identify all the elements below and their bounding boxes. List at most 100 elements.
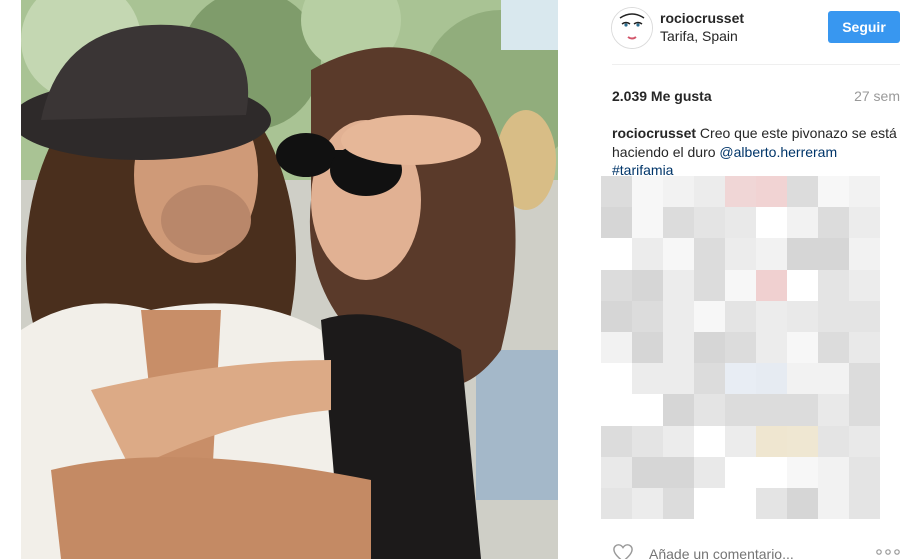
blur-cell [632,425,663,457]
blur-cell [787,300,818,332]
blur-cell [849,300,880,332]
blur-cell [849,425,880,457]
blur-cell [694,238,725,270]
blur-cell [818,394,849,426]
blur-cell [818,425,849,457]
blur-cell [756,238,787,270]
blur-cell [756,487,787,520]
blur-cell [787,363,818,395]
blur-cell [725,456,756,488]
blur-cell [694,394,725,426]
blur-cell [694,269,725,301]
blur-cell [632,269,663,301]
blur-cell [663,176,694,208]
blur-cell [632,363,663,395]
blur-cell [725,331,756,364]
blur-cell [601,176,632,208]
blur-cell [725,363,756,395]
blur-cell [632,331,663,364]
blur-cell [756,425,787,457]
blur-cell [694,425,725,457]
blur-cell [849,394,880,426]
blur-cell [601,363,632,395]
blur-cell [818,207,849,239]
blur-cell [663,238,694,270]
blur-cell [787,176,818,208]
blur-cell [632,394,663,426]
blur-cell [849,487,880,520]
blur-cell [787,238,818,270]
caption-username[interactable]: rociocrusset [612,125,696,141]
blur-cell [632,300,663,332]
caption-mention[interactable]: @alberto.herreram [719,144,837,160]
blur-cell [694,207,725,239]
blur-cell [849,269,880,301]
header-divider [612,64,900,65]
instagram-post-page: rociocrusset Tarifa, Spain Seguir 2.039 … [0,0,917,559]
blur-cell [787,331,818,364]
blur-cell [849,331,880,364]
blur-cell [725,269,756,301]
blur-cell [663,456,694,488]
blur-cell [694,176,725,208]
blur-cell [818,176,849,208]
post-location[interactable]: Tarifa, Spain [660,28,738,44]
blur-cell [787,269,818,301]
blur-cell [663,207,694,239]
blur-cell [694,300,725,332]
blur-cell [632,238,663,270]
post-time-ago[interactable]: 27 sem [854,88,900,104]
avatar[interactable] [611,7,653,49]
blur-cell [601,425,632,457]
follow-button[interactable]: Seguir [828,11,900,43]
blur-cell [601,207,632,239]
blur-cell [694,487,725,520]
blur-cell [818,238,849,270]
blur-cell [849,363,880,395]
comment-input[interactable] [647,545,851,559]
blur-cell [632,176,663,208]
blur-cell [663,269,694,301]
blur-cell [601,300,632,332]
blur-cell [849,176,880,208]
post-header: rociocrusset Tarifa, Spain Seguir [599,0,917,60]
blur-cell [818,300,849,332]
blur-cell [725,300,756,332]
blur-cell [663,331,694,364]
likes-count[interactable]: 2.039 Me gusta [612,88,712,104]
blur-cell [663,425,694,457]
blur-cell [663,300,694,332]
post-caption: rociocrusset Creo que este pivonazo se e… [612,124,902,180]
blur-cell [725,425,756,457]
blur-cell [601,238,632,270]
blur-cell [601,487,632,520]
blur-cell [818,487,849,520]
blur-cell [849,207,880,239]
blur-cell [756,176,787,208]
blur-cell [663,394,694,426]
blur-cell [787,425,818,457]
blur-cell [787,207,818,239]
post-username[interactable]: rociocrusset [660,10,744,26]
blur-cell [756,207,787,239]
blur-cell [818,456,849,488]
heart-icon[interactable] [612,543,634,559]
blur-cell [694,331,725,364]
more-options-icon[interactable] [875,547,901,557]
blur-cell [849,238,880,270]
post-photo[interactable] [21,0,558,559]
blur-cell [818,269,849,301]
blur-cell [632,487,663,520]
blur-cell [694,456,725,488]
blur-cell [601,456,632,488]
blur-cell [663,487,694,520]
blur-cell [756,456,787,488]
blur-cell [601,331,632,364]
blur-cell [725,238,756,270]
blur-cell [756,300,787,332]
blur-cell [756,394,787,426]
blur-cell [756,363,787,395]
blur-cell [787,456,818,488]
blurred-comments [601,176,880,528]
blur-cell [632,207,663,239]
